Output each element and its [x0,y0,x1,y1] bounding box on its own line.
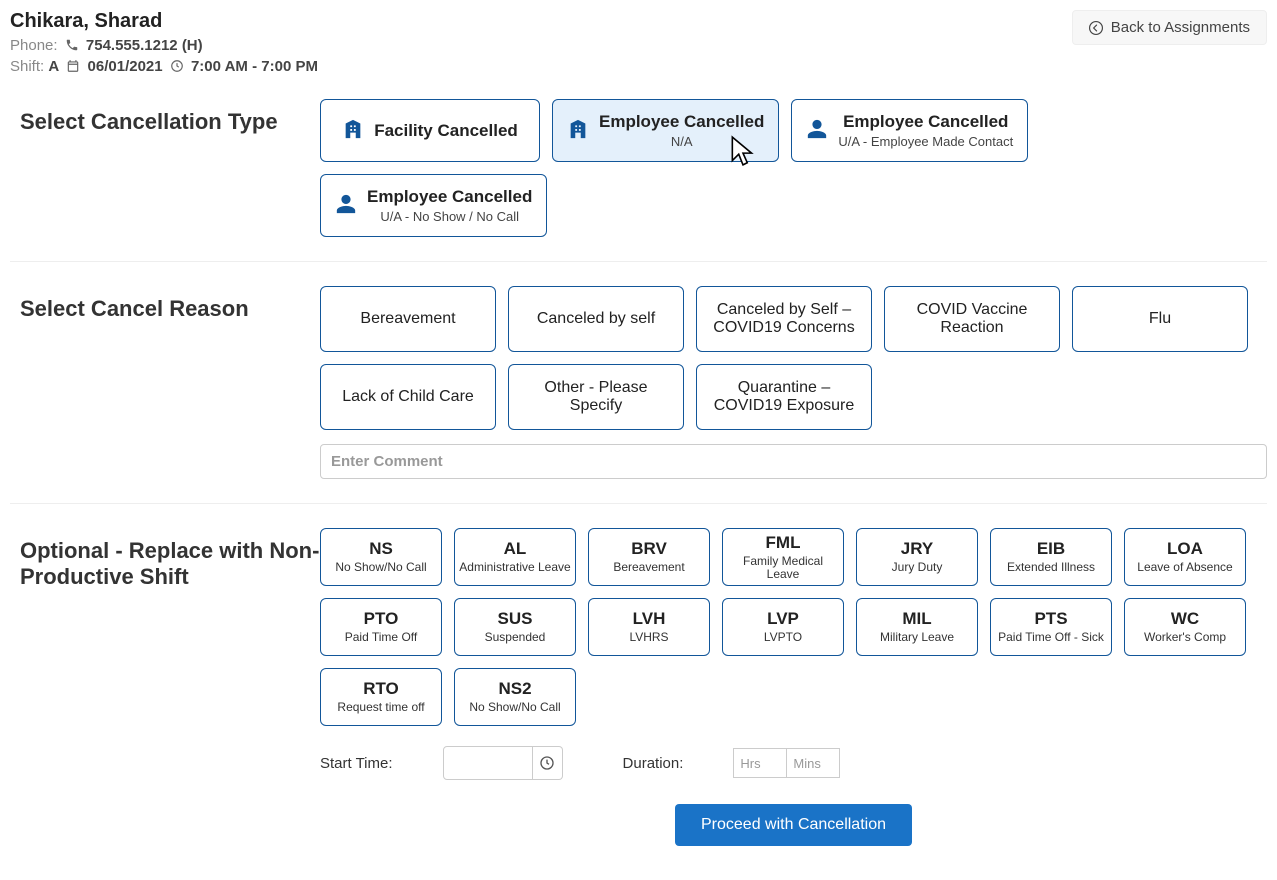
shift-code: LVH [633,609,666,629]
cancel-type-option[interactable]: Employee Cancelled U/A - No Show / No Cal… [320,174,547,237]
time-picker-button[interactable] [533,746,563,780]
shift-option[interactable]: NS2 No Show/No Call [454,668,576,726]
shift-code: LVP [767,609,799,629]
shift-code: SUS [498,609,533,629]
calendar-icon [66,59,80,73]
shift-option[interactable]: MIL Military Leave [856,598,978,656]
shift-option[interactable]: FMLFamily Medical Leave [722,528,844,586]
start-time-label: Start Time: [320,755,393,772]
shift-code: PTS [1034,609,1067,629]
cancel-type-option[interactable]: Facility Cancelled [320,99,540,162]
shift-label: Paid Time Off [345,631,417,644]
cancel-type-subtitle: U/A - Employee Made Contact [838,134,1013,149]
shift-label: LVHRS [629,631,668,644]
shift-option[interactable]: EIB Extended Illness [990,528,1112,586]
back-label: Back to Assignments [1111,19,1250,36]
building-icon [567,118,589,143]
back-to-assignments-button[interactable]: Back to Assignments [1072,10,1267,45]
phone-value: 754.555.1212 (H) [86,37,203,54]
proceed-cancellation-button[interactable]: Proceed with Cancellation [675,804,912,846]
cancel-reason-option[interactable]: Canceled by self [508,286,684,352]
shift-label: Shift: [10,58,44,75]
shift-label: Extended Illness [1007,561,1095,574]
shift-option[interactable]: RTO Request time off [320,668,442,726]
cancel-reason-option[interactable]: Quarantine – COVID19 Exposure [696,364,872,430]
building-icon [342,118,364,143]
cancel-type-subtitle: U/A - No Show / No Call [367,209,532,224]
cancel-reason-option[interactable]: Canceled by Self – COVID19 Concerns [696,286,872,352]
shift-code: EIB [1037,539,1065,559]
cancel-type-option[interactable]: Employee Cancelled U/A - Employee Made Co… [791,99,1028,162]
shift-label: No Show/No Call [335,561,426,574]
cancel-reason-option[interactable]: Bereavement [320,286,496,352]
shift-code: NS [369,539,393,559]
shift-option[interactable]: JRY Jury Duty [856,528,978,586]
shift-label: Worker's Comp [1144,631,1226,644]
phone-icon [65,38,79,52]
shift-label: Family Medical Leave [727,555,839,581]
shift-option[interactable]: PTO Paid Time Off [320,598,442,656]
shift-date: 06/01/2021 [88,58,163,75]
shift-option[interactable]: SUS Suspended [454,598,576,656]
shift-label: No Show/No Call [469,701,560,714]
shift-option[interactable]: BRV Bereavement [588,528,710,586]
cancel-type-section-label: Select Cancellation Type [10,99,320,135]
mouse-cursor-icon [730,135,756,167]
shift-code: WC [1171,609,1199,629]
cancel-type-title: Employee Cancelled [367,187,532,207]
duration-label: Duration: [623,755,684,772]
cancel-type-title: Employee Cancelled [838,112,1013,132]
shift-label: Jury Duty [892,561,943,574]
cancel-reason-option[interactable]: COVID Vaccine Reaction [884,286,1060,352]
shift-option[interactable]: LVP LVPTO [722,598,844,656]
cancel-reason-option[interactable]: Flu [1072,286,1248,352]
shift-option[interactable]: AL Administrative Leave [454,528,576,586]
shift-option[interactable]: LVH LVHRS [588,598,710,656]
shift-code: NS2 [498,679,531,699]
cancel-reason-option[interactable]: Other - Please Specify [508,364,684,430]
replace-shift-section-label: Optional - Replace with Non-Productive S… [10,528,320,590]
shift-code: LOA [1167,539,1203,559]
shift-code: BRV [631,539,667,559]
duration-hrs-input[interactable] [733,748,787,778]
cancel-type-title: Facility Cancelled [374,121,518,141]
shift-code: AL [504,539,527,559]
employee-name: Chikara, Sharad [10,10,318,33]
shift-code: MIL [902,609,931,629]
shift-code: A [48,58,59,75]
back-arrow-icon [1089,21,1103,35]
shift-label: Military Leave [880,631,954,644]
cancel-reason-option[interactable]: Lack of Child Care [320,364,496,430]
shift-code: RTO [363,679,399,699]
phone-label: Phone: [10,37,58,54]
shift-code: FML [766,533,801,553]
shift-option[interactable]: NS No Show/No Call [320,528,442,586]
shift-option[interactable]: LOA Leave of Absence [1124,528,1246,586]
shift-option[interactable]: WC Worker's Comp [1124,598,1246,656]
shift-time: 7:00 AM - 7:00 PM [191,58,318,75]
shift-label: Paid Time Off - Sick [998,631,1104,644]
person-icon [335,193,357,218]
shift-option[interactable]: PTS Paid Time Off - Sick [990,598,1112,656]
start-time-input[interactable] [443,746,533,780]
shift-label: LVPTO [764,631,802,644]
comment-input[interactable] [320,444,1267,479]
cancel-type-title: Employee Cancelled [599,112,764,132]
shift-label: Request time off [337,701,424,714]
shift-label: Administrative Leave [459,561,570,574]
cancel-reason-section-label: Select Cancel Reason [10,286,320,322]
shift-code: PTO [364,609,399,629]
shift-label: Bereavement [613,561,684,574]
person-icon [806,118,828,143]
shift-label: Suspended [485,631,546,644]
shift-label: Leave of Absence [1137,561,1232,574]
clock-icon [170,59,184,73]
duration-mins-input[interactable] [786,748,840,778]
shift-code: JRY [901,539,933,559]
clock-icon [539,755,555,771]
